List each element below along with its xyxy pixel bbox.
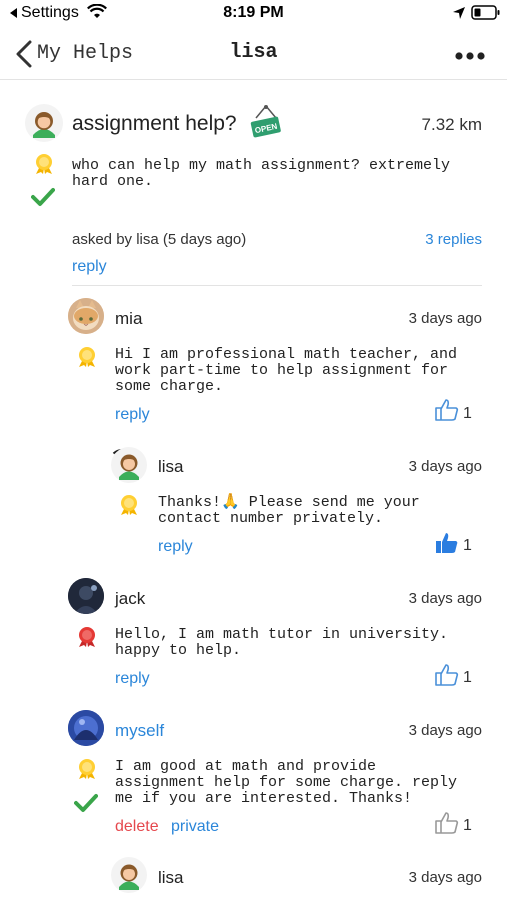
thumbs-up-icon[interactable] (434, 811, 460, 840)
replies-count-link[interactable]: 3 replies (382, 231, 482, 248)
reply-body: Hello, I am math tutor in university. ha… (115, 626, 449, 659)
private-button[interactable]: private (171, 818, 219, 836)
reply-body: Hi I am professional math teacher, and w… (115, 346, 458, 395)
reply-author-self[interactable]: myself (115, 721, 164, 741)
asked-by: asked by lisa (5 days ago) (72, 231, 247, 248)
reply-body: Thanks!🙏 Please send me your contact num… (158, 494, 420, 527)
reply-button[interactable]: reply (115, 406, 150, 424)
navigation-bar: My Helps lisa (0, 28, 507, 80)
location-arrow-icon (452, 6, 466, 25)
reply-date: 3 days ago (408, 590, 482, 607)
page-title: lisa (229, 41, 278, 64)
like-count: 1 (463, 669, 472, 686)
reply-author[interactable]: mia (115, 309, 142, 329)
reply-author[interactable]: lisa (158, 868, 184, 888)
avatar-lisa[interactable] (111, 857, 147, 893)
question-distance: 7.32 km (421, 115, 482, 134)
gold-badge-icon (75, 758, 99, 785)
reply-date: 3 days ago (408, 869, 482, 886)
reply-button[interactable]: reply (158, 538, 193, 556)
delete-button[interactable]: delete (115, 818, 159, 836)
reply-date: 3 days ago (408, 310, 482, 327)
reply-button[interactable]: reply (115, 670, 150, 688)
avatar-mia[interactable] (68, 298, 104, 334)
avatar-jack[interactable] (68, 578, 104, 614)
divider (72, 285, 482, 286)
check-icon (31, 187, 55, 212)
thumbs-up-icon[interactable] (434, 663, 460, 692)
status-bar: Settings 8:19 PM (0, 0, 507, 28)
avatar-lisa[interactable] (111, 447, 147, 483)
question-body: who can help my math assignment? extreme… (72, 157, 451, 190)
like-count: 1 (463, 817, 472, 834)
question-title: assignment help? (72, 112, 237, 135)
reply-date: 3 days ago (408, 722, 482, 739)
question-reply-button[interactable]: reply (72, 258, 107, 276)
battery-icon (471, 5, 501, 26)
reply-body: I am good at math and provide assignment… (115, 758, 458, 807)
open-badge: OPEN (247, 104, 285, 145)
avatar-myself[interactable] (68, 710, 104, 746)
status-time: 8:19 PM (223, 4, 284, 21)
gold-badge-icon (117, 494, 141, 521)
more-horizontal-icon[interactable] (455, 48, 485, 66)
reply-author[interactable]: lisa (158, 457, 184, 477)
thumbs-up-filled-icon[interactable] (434, 531, 460, 560)
gold-badge-icon (32, 153, 56, 180)
red-badge-icon (75, 626, 99, 653)
reply-author[interactable]: jack (115, 589, 145, 609)
avatar-lisa[interactable] (25, 104, 63, 142)
like-count: 1 (463, 405, 472, 422)
thumbs-up-icon[interactable] (434, 398, 460, 427)
reply-date: 3 days ago (408, 458, 482, 475)
like-count: 1 (463, 537, 472, 554)
check-icon (74, 793, 98, 818)
gold-badge-icon (75, 346, 99, 373)
